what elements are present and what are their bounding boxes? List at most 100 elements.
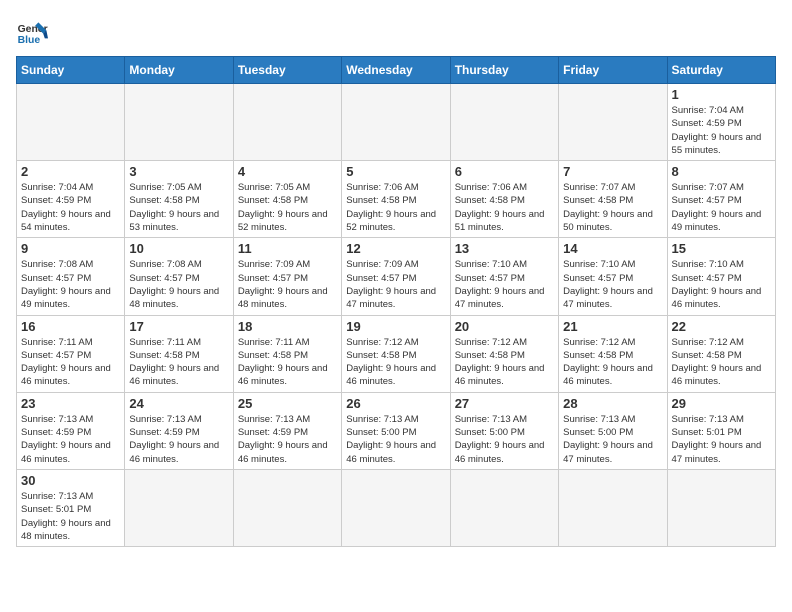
day-info: Sunrise: 7:11 AMSunset: 4:58 PMDaylight:…: [129, 336, 228, 389]
day-number: 17: [129, 319, 228, 334]
calendar-day-cell: 23 Sunrise: 7:13 AMSunset: 4:59 PMDayligh…: [17, 392, 125, 469]
calendar-day-cell: [125, 84, 233, 161]
calendar-day-cell: 20 Sunrise: 7:12 AMSunset: 4:58 PMDayligh…: [450, 315, 558, 392]
day-number: 5: [346, 164, 445, 179]
day-number: 7: [563, 164, 662, 179]
calendar-day-cell: 1 Sunrise: 7:04 AMSunset: 4:59 PMDaylight…: [667, 84, 775, 161]
day-info: Sunrise: 7:09 AMSunset: 4:57 PMDaylight:…: [346, 258, 445, 311]
calendar-day-cell: 11Sunrise: 7:09 AMSunset: 4:57 PMDayligh…: [233, 238, 341, 315]
day-number: 26: [346, 396, 445, 411]
calendar-day-cell: [342, 469, 450, 546]
calendar-day-cell: 18 Sunrise: 7:11 AMSunset: 4:58 PMDayligh…: [233, 315, 341, 392]
day-number: 4: [238, 164, 337, 179]
day-number: 9: [21, 241, 120, 256]
calendar-week-row: 30Sunrise: 7:13 AMSunset: 5:01 PMDayligh…: [17, 469, 776, 546]
header: General Blue: [16, 16, 776, 48]
svg-text:Blue: Blue: [18, 35, 41, 46]
day-info: Sunrise: 7:13 AMSunset: 5:00 PMDaylight:…: [455, 413, 554, 466]
day-info: Sunrise: 7:13 AMSunset: 5:01 PMDaylight:…: [672, 413, 771, 466]
calendar-day-cell: 27Sunrise: 7:13 AMSunset: 5:00 PMDayligh…: [450, 392, 558, 469]
calendar-day-cell: 17 Sunrise: 7:11 AMSunset: 4:58 PMDayligh…: [125, 315, 233, 392]
calendar-day-cell: 12 Sunrise: 7:09 AMSunset: 4:57 PMDayligh…: [342, 238, 450, 315]
day-info: Sunrise: 7:12 AMSunset: 4:58 PMDaylight:…: [455, 336, 554, 389]
day-header-thursday: Thursday: [450, 57, 558, 84]
calendar-day-cell: [450, 469, 558, 546]
day-number: 28: [563, 396, 662, 411]
day-number: 20: [455, 319, 554, 334]
day-info: Sunrise: 7:12 AMSunset: 4:58 PMDaylight:…: [563, 336, 662, 389]
calendar-day-cell: [559, 469, 667, 546]
calendar-week-row: 23 Sunrise: 7:13 AMSunset: 4:59 PMDayligh…: [17, 392, 776, 469]
day-number: 18: [238, 319, 337, 334]
calendar-day-cell: 8 Sunrise: 7:07 AMSunset: 4:57 PMDaylight…: [667, 161, 775, 238]
day-header-friday: Friday: [559, 57, 667, 84]
day-info: Sunrise: 7:12 AMSunset: 4:58 PMDaylight:…: [346, 336, 445, 389]
day-number: 24: [129, 396, 228, 411]
calendar-day-cell: 4 Sunrise: 7:05 AMSunset: 4:58 PMDaylight…: [233, 161, 341, 238]
day-info: Sunrise: 7:06 AMSunset: 4:58 PMDaylight:…: [346, 181, 445, 234]
calendar-day-cell: 14 Sunrise: 7:10 AMSunset: 4:57 PMDayligh…: [559, 238, 667, 315]
calendar-day-cell: 3 Sunrise: 7:05 AMSunset: 4:58 PMDaylight…: [125, 161, 233, 238]
day-info: Sunrise: 7:08 AMSunset: 4:57 PMDaylight:…: [129, 258, 228, 311]
day-info: Sunrise: 7:10 AMSunset: 4:57 PMDaylight:…: [455, 258, 554, 311]
day-info: Sunrise: 7:04 AMSunset: 4:59 PMDaylight:…: [21, 181, 120, 234]
day-info: Sunrise: 7:07 AMSunset: 4:58 PMDaylight:…: [563, 181, 662, 234]
day-info: Sunrise: 7:13 AMSunset: 4:59 PMDaylight:…: [129, 413, 228, 466]
day-number: 2: [21, 164, 120, 179]
day-info: Sunrise: 7:13 AMSunset: 5:00 PMDaylight:…: [346, 413, 445, 466]
day-number: 13: [455, 241, 554, 256]
day-number: 22: [672, 319, 771, 334]
calendar-day-cell: 9 Sunrise: 7:08 AMSunset: 4:57 PMDaylight…: [17, 238, 125, 315]
calendar-day-cell: 19Sunrise: 7:12 AMSunset: 4:58 PMDayligh…: [342, 315, 450, 392]
day-number: 14: [563, 241, 662, 256]
day-info: Sunrise: 7:07 AMSunset: 4:57 PMDaylight:…: [672, 181, 771, 234]
day-info: Sunrise: 7:10 AMSunset: 4:57 PMDaylight:…: [563, 258, 662, 311]
day-info: Sunrise: 7:10 AMSunset: 4:57 PMDaylight:…: [672, 258, 771, 311]
day-info: Sunrise: 7:11 AMSunset: 4:58 PMDaylight:…: [238, 336, 337, 389]
calendar-day-cell: 21 Sunrise: 7:12 AMSunset: 4:58 PMDayligh…: [559, 315, 667, 392]
calendar-day-cell: 5 Sunrise: 7:06 AMSunset: 4:58 PMDaylight…: [342, 161, 450, 238]
calendar-day-cell: 22Sunrise: 7:12 AMSunset: 4:58 PMDayligh…: [667, 315, 775, 392]
calendar-day-cell: 25Sunrise: 7:13 AMSunset: 4:59 PMDayligh…: [233, 392, 341, 469]
calendar-day-cell: [667, 469, 775, 546]
day-info: Sunrise: 7:06 AMSunset: 4:58 PMDaylight:…: [455, 181, 554, 234]
day-number: 16: [21, 319, 120, 334]
day-number: 21: [563, 319, 662, 334]
calendar-day-cell: 13 Sunrise: 7:10 AMSunset: 4:57 PMDayligh…: [450, 238, 558, 315]
day-info: Sunrise: 7:13 AMSunset: 5:01 PMDaylight:…: [21, 490, 120, 543]
day-number: 8: [672, 164, 771, 179]
day-number: 1: [672, 87, 771, 102]
calendar-day-cell: [17, 84, 125, 161]
calendar-day-cell: 2 Sunrise: 7:04 AMSunset: 4:59 PMDaylight…: [17, 161, 125, 238]
calendar-day-cell: [450, 84, 558, 161]
calendar-day-cell: 24 Sunrise: 7:13 AMSunset: 4:59 PMDayligh…: [125, 392, 233, 469]
day-header-sunday: Sunday: [17, 57, 125, 84]
day-header-wednesday: Wednesday: [342, 57, 450, 84]
calendar-day-cell: 10Sunrise: 7:08 AMSunset: 4:57 PMDayligh…: [125, 238, 233, 315]
day-info: Sunrise: 7:08 AMSunset: 4:57 PMDaylight:…: [21, 258, 120, 311]
day-number: 12: [346, 241, 445, 256]
day-number: 15: [672, 241, 771, 256]
day-number: 11: [238, 241, 337, 256]
logo: General Blue: [16, 16, 48, 48]
day-number: 25: [238, 396, 337, 411]
calendar-week-row: 16 Sunrise: 7:11 AMSunset: 4:57 PMDayligh…: [17, 315, 776, 392]
day-number: 6: [455, 164, 554, 179]
day-info: Sunrise: 7:04 AMSunset: 4:59 PMDaylight:…: [672, 104, 771, 157]
day-info: Sunrise: 7:11 AMSunset: 4:57 PMDaylight:…: [21, 336, 120, 389]
calendar-header-row: SundayMondayTuesdayWednesdayThursdayFrid…: [17, 57, 776, 84]
calendar-day-cell: [233, 469, 341, 546]
day-number: 3: [129, 164, 228, 179]
day-number: 29: [672, 396, 771, 411]
day-info: Sunrise: 7:05 AMSunset: 4:58 PMDaylight:…: [129, 181, 228, 234]
calendar-day-cell: 6 Sunrise: 7:06 AMSunset: 4:58 PMDaylight…: [450, 161, 558, 238]
calendar-day-cell: [342, 84, 450, 161]
calendar-day-cell: [233, 84, 341, 161]
day-header-saturday: Saturday: [667, 57, 775, 84]
day-info: Sunrise: 7:13 AMSunset: 4:59 PMDaylight:…: [21, 413, 120, 466]
calendar-day-cell: 28Sunrise: 7:13 AMSunset: 5:00 PMDayligh…: [559, 392, 667, 469]
day-info: Sunrise: 7:05 AMSunset: 4:58 PMDaylight:…: [238, 181, 337, 234]
day-number: 23: [21, 396, 120, 411]
calendar-week-row: 9 Sunrise: 7:08 AMSunset: 4:57 PMDaylight…: [17, 238, 776, 315]
calendar-table: SundayMondayTuesdayWednesdayThursdayFrid…: [16, 56, 776, 547]
